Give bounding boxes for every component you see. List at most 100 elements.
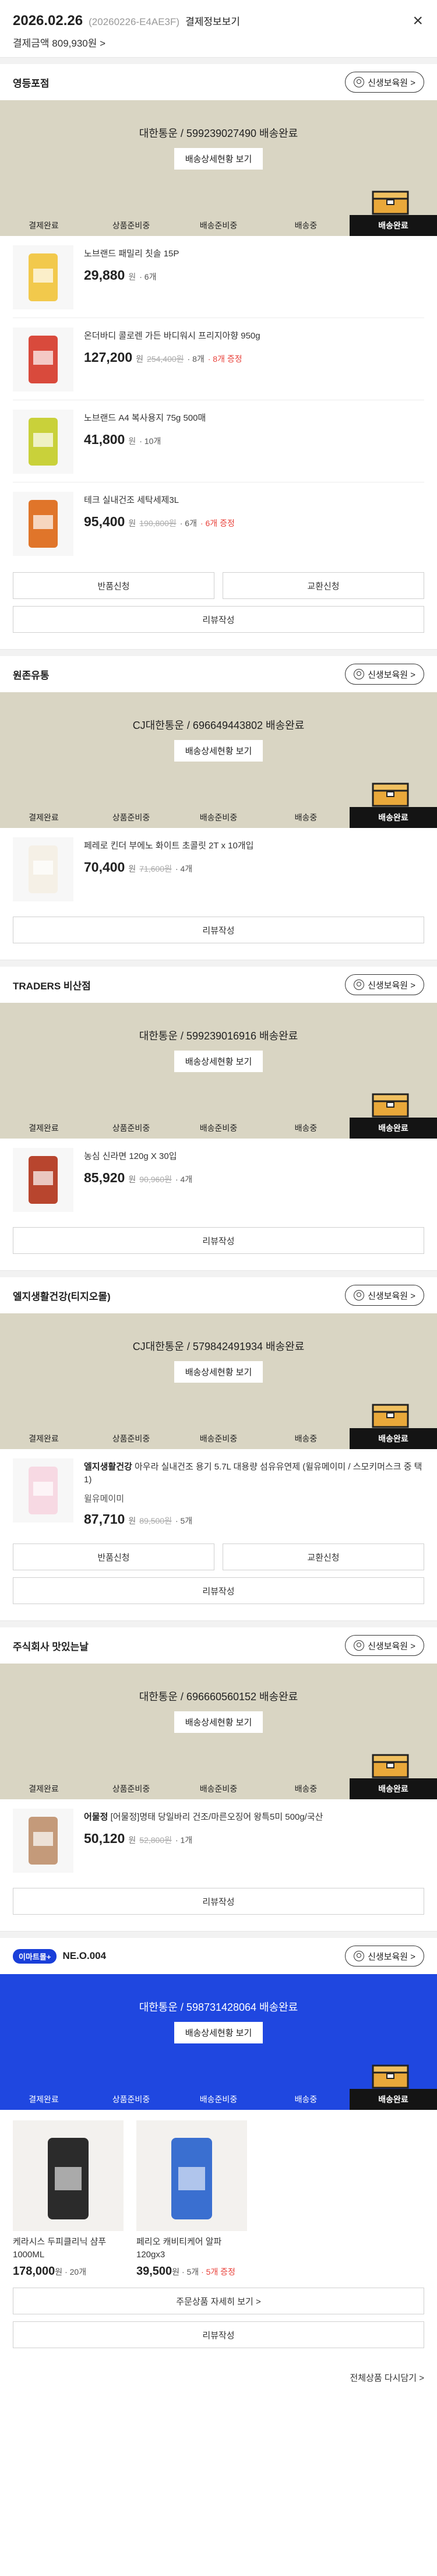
review-button[interactable]: 리뷰작성 bbox=[13, 1577, 424, 1604]
list-item[interactable]: 엘지생활건강 아우라 실내건조 용기 5.7L 대용량 섬유유연제 (윌유메이미… bbox=[13, 1449, 424, 1535]
product-image[interactable] bbox=[13, 327, 73, 392]
grid-card[interactable]: 페리오 캐비티케어 알파 120gx3 39,500원 · 5개 · 5개 증정 bbox=[136, 2120, 247, 2278]
grid-card[interactable]: 케라시스 두피클리닉 샴푸 1000ML 178,000원 · 20개 bbox=[13, 2120, 124, 2278]
shipping-banner: CJ대한통운 / 579842491934 배송완료 배송상세현황 보기 결제완료 상… bbox=[0, 1313, 437, 1449]
order-detail-more-button[interactable]: 주문상품 자세히 보기 > bbox=[13, 2288, 424, 2314]
shipping-banner: 대한통운 / 598731428064 배송완료 배송상세현황 보기 결제완료 상품준… bbox=[0, 1974, 437, 2110]
product-name[interactable]: 농심 신라면 120g X 30입 bbox=[84, 1150, 192, 1163]
section-divider bbox=[0, 649, 437, 656]
close-icon[interactable]: × bbox=[413, 12, 423, 30]
step-4: 배송완료 bbox=[350, 1118, 437, 1139]
delivery-box-icon bbox=[372, 1749, 409, 1778]
store-name-wrap: 영등포점 bbox=[13, 75, 50, 90]
product-name[interactable]: 어물정 [어물정]명태 당일바리 건조/마른오징어 왕특5미 500g/국산 bbox=[84, 1811, 323, 1824]
product-image[interactable] bbox=[13, 1148, 73, 1212]
shipping-status: 대한통운 / 599239027490 배송완료 bbox=[139, 128, 298, 139]
delivery-detail-button[interactable]: 배송상세현황 보기 bbox=[174, 740, 263, 762]
donation-label: 신생보육원 > bbox=[368, 669, 415, 680]
product-image[interactable] bbox=[13, 1458, 73, 1523]
delivery-detail-button[interactable]: 배송상세현황 보기 bbox=[174, 2022, 263, 2043]
price: 41,800 bbox=[84, 432, 125, 447]
store-name-wrap: 원존유통 bbox=[13, 667, 50, 682]
brand-name: 엘지생활건강 bbox=[84, 1462, 132, 1472]
reorder-all-button[interactable]: 전체상품 다시담기 > bbox=[350, 2371, 425, 2384]
step-1: 상품준비중 bbox=[112, 1784, 150, 1793]
step-2: 배송준비중 bbox=[199, 221, 238, 230]
delivery-steps: 결제완료 상품준비중 배송준비중 배송중 배송완료 bbox=[0, 1428, 437, 1449]
list-item[interactable]: 온더바디 콜로렌 가든 바디워시 프리지아향 950g 127,200 원 254,4… bbox=[13, 318, 424, 400]
product-name[interactable]: 테크 실내건조 세탁세제3L bbox=[84, 494, 235, 507]
product-name[interactable]: 엘지생활건강 아우라 실내건조 용기 5.7L 대용량 섬유유연제 (윌유메이미… bbox=[84, 1461, 424, 1486]
search-icon bbox=[354, 669, 365, 679]
price: 29,880 bbox=[84, 267, 125, 283]
donation-button[interactable]: 신생보육원 > bbox=[345, 974, 424, 995]
product-name[interactable]: 페레로 킨더 부에노 화이트 초콜릿 2T x 10개입 bbox=[84, 840, 253, 852]
product-image[interactable] bbox=[13, 837, 73, 901]
step-2: 배송준비중 bbox=[199, 813, 238, 822]
delivery-detail-button[interactable]: 배송상세현황 보기 bbox=[174, 148, 263, 170]
delivery-steps: 결제완료 상품준비중 배송준비중 배송중 배송완료 bbox=[0, 1118, 437, 1139]
donation-button[interactable]: 신생보육원 > bbox=[345, 664, 424, 685]
price: 127,200 bbox=[84, 350, 133, 365]
quantity: · 5개 bbox=[181, 2267, 199, 2277]
shipping-status: 대한통운 / 599239016916 배송완료 bbox=[139, 1030, 298, 1042]
list-item[interactable]: 노브랜드 A4 복사용지 75g 500매 41,800 원 · 10개 bbox=[13, 400, 424, 482]
payment-info-link[interactable]: 결제정보보기 bbox=[185, 13, 240, 28]
product-image[interactable] bbox=[13, 2120, 124, 2231]
review-button[interactable]: 리뷰작성 bbox=[13, 917, 424, 943]
donation-button[interactable]: 신생보육원 > bbox=[345, 1285, 424, 1306]
item-list: 엘지생활건강 아우라 실내건조 용기 5.7L 대용량 섬유유연제 (윌유메이미… bbox=[0, 1449, 437, 1535]
price-row: 127,200 원 254,400원 · 8개 · 8개 증정 bbox=[84, 350, 260, 365]
donation-button[interactable]: 신생보육원 > bbox=[345, 1635, 424, 1656]
product-option: 윌유메이미 bbox=[84, 1494, 125, 1504]
store-header: 영등포점 신생보육원 > bbox=[0, 64, 437, 100]
item-list: 농심 신라면 120g X 30입 85,920 원 90,960원 · 4개 bbox=[0, 1139, 437, 1220]
store-header: TRADERS 비산점 신생보육원 > bbox=[0, 967, 437, 1003]
delivery-detail-button[interactable]: 배송상세현황 보기 bbox=[174, 1051, 263, 1072]
review-button[interactable]: 리뷰작성 bbox=[13, 606, 424, 633]
delivery-detail-button[interactable]: 배송상세현황 보기 bbox=[174, 1361, 263, 1383]
product-image[interactable] bbox=[13, 410, 73, 474]
list-item[interactable]: 노브랜드 패밀리 칫솔 15P 29,880 원 · 6개 bbox=[13, 236, 424, 318]
price-unit: 원 bbox=[128, 864, 136, 873]
payment-total[interactable]: 결제금액 809,930원 > bbox=[13, 35, 424, 50]
donation-button[interactable]: 신생보육원 > bbox=[345, 1946, 424, 1967]
donation-button[interactable]: 신생보육원 > bbox=[345, 72, 424, 93]
price: 178,000 bbox=[13, 2265, 55, 2278]
review-button[interactable]: 리뷰작성 bbox=[13, 2321, 424, 2348]
product-name[interactable]: 온더바디 콜로렌 가든 바디워시 프리지아향 950g bbox=[84, 330, 260, 343]
list-item[interactable]: 농심 신라면 120g X 30입 85,920 원 90,960원 · 4개 bbox=[13, 1139, 424, 1220]
price-unit: 원 bbox=[136, 354, 144, 364]
list-item[interactable]: 어물정 [어물정]명태 당일바리 건조/마른오징어 왕특5미 500g/국산 50… bbox=[13, 1799, 424, 1881]
review-button[interactable]: 리뷰작성 bbox=[13, 1888, 424, 1915]
product-name[interactable]: 페리오 캐비티케어 알파 120gx3 bbox=[136, 2236, 247, 2261]
return-button[interactable]: 반품신청 bbox=[13, 572, 214, 599]
price: 87,710 bbox=[84, 1511, 125, 1527]
quantity: · 6개 bbox=[139, 272, 157, 281]
product-name[interactable]: 노브랜드 패밀리 칫솔 15P bbox=[84, 248, 179, 260]
return-button[interactable]: 반품신청 bbox=[13, 1544, 214, 1570]
step-1: 상품준비중 bbox=[112, 2095, 150, 2104]
store-name-wrap: 이마트몰+ NE.O.004 bbox=[13, 1948, 106, 1964]
price: 50,120 bbox=[84, 1831, 125, 1846]
list-item[interactable]: 테크 실내건조 세탁세제3L 95,400 원 190,800원 · 6개 · 6개 증정 bbox=[13, 482, 424, 564]
product-name[interactable]: 케라시스 두피클리닉 샴푸 1000ML bbox=[13, 2236, 124, 2261]
product-name[interactable]: 노브랜드 A4 복사용지 75g 500매 bbox=[84, 412, 206, 425]
store-name: 엘지생활건강(티지오몰) bbox=[13, 1291, 111, 1302]
list-item[interactable]: 페레로 킨더 부에노 화이트 초콜릿 2T x 10개입 70,400 원 71,60… bbox=[13, 828, 424, 910]
exchange-button[interactable]: 교환신청 bbox=[223, 572, 424, 599]
step-2: 배송준비중 bbox=[199, 2095, 238, 2104]
original-price: 71,600원 bbox=[139, 864, 172, 873]
product-image[interactable] bbox=[13, 492, 73, 556]
product-title: 페레로 킨더 부에노 화이트 초콜릿 2T x 10개입 bbox=[84, 841, 254, 851]
delivery-detail-button[interactable]: 배송상세현황 보기 bbox=[174, 1711, 263, 1733]
exchange-button[interactable]: 교환신청 bbox=[223, 1544, 424, 1570]
emart-badge: 이마트몰+ bbox=[13, 1948, 57, 1964]
store-header: 원존유통 신생보육원 > bbox=[0, 656, 437, 692]
product-image[interactable] bbox=[136, 2120, 247, 2231]
product-image[interactable] bbox=[13, 1809, 73, 1873]
product-image[interactable] bbox=[13, 245, 73, 309]
review-button[interactable]: 리뷰작성 bbox=[13, 1227, 424, 1254]
item-info: 온더바디 콜로렌 가든 바디워시 프리지아향 950g 127,200 원 254,4… bbox=[84, 327, 260, 392]
brand-name: 어물정 bbox=[84, 1812, 108, 1822]
